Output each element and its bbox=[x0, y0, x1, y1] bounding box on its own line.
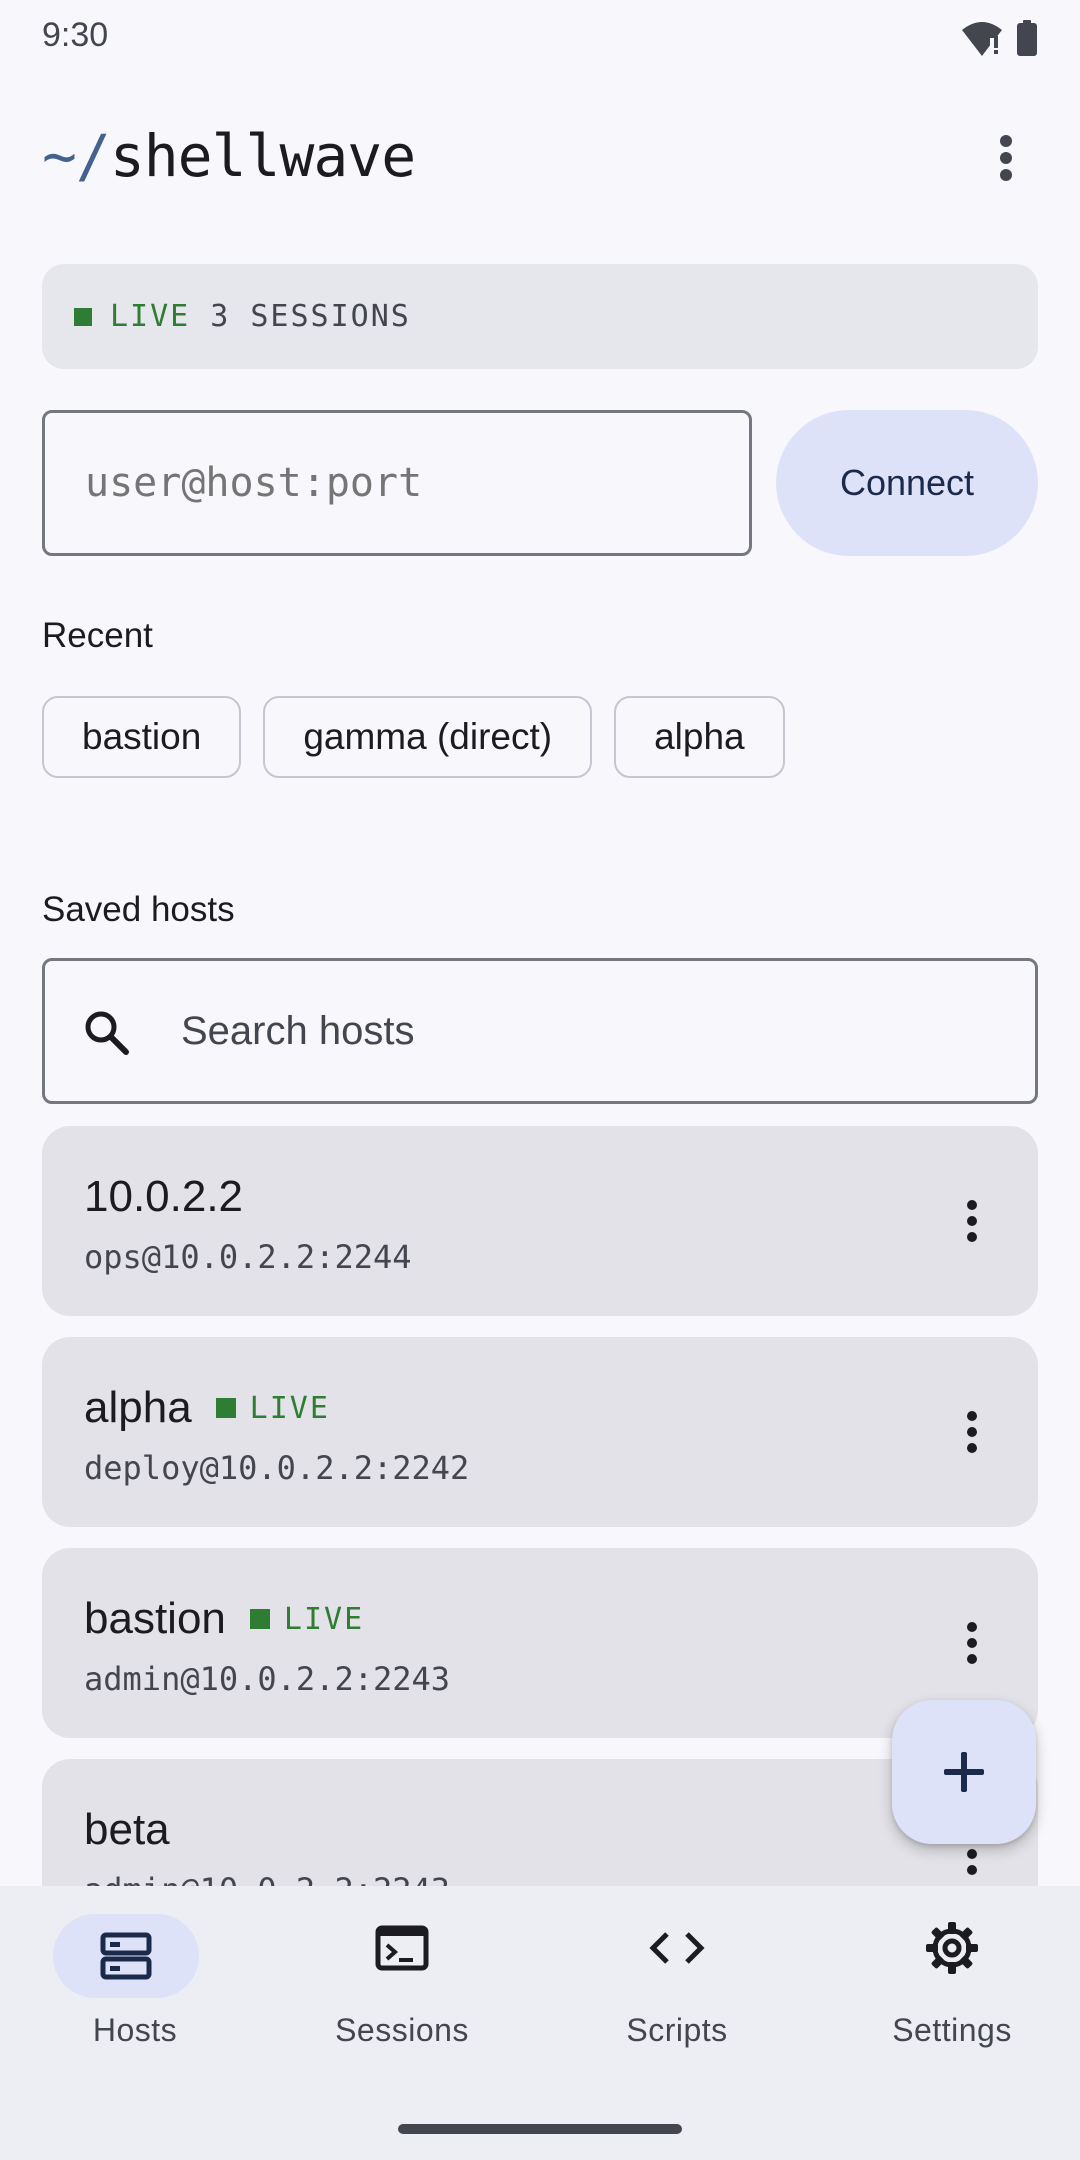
app-title-name: shellwave bbox=[109, 122, 416, 190]
host-live-badge: LIVE bbox=[249, 1601, 365, 1637]
nav-icon-container bbox=[621, 1916, 733, 1980]
host-address: admin@10.0.2.2:2243 bbox=[84, 1660, 451, 1698]
recent-chip[interactable]: bastion bbox=[42, 696, 242, 778]
status-bar: 9:30 bbox=[0, 0, 1080, 76]
host-card[interactable]: alpha LIVE deploy@10.0.2.2:2242 bbox=[42, 1337, 1038, 1527]
app-title: ~/shellwave bbox=[42, 122, 416, 190]
nav-item-sessions[interactable]: Sessions bbox=[267, 1916, 537, 2086]
host-name-row: beta bbox=[84, 1805, 170, 1855]
nav-icon-container bbox=[346, 1916, 458, 1980]
host-name: 10.0.2.2 bbox=[84, 1172, 244, 1221]
connect-input[interactable] bbox=[42, 410, 752, 556]
search-input[interactable]: Search hosts bbox=[181, 1009, 414, 1054]
nav-icon-container bbox=[896, 1916, 1008, 1980]
nav-item-hosts[interactable]: Hosts bbox=[0, 1914, 270, 2086]
home-indicator[interactable] bbox=[398, 2124, 682, 2134]
search-icon bbox=[85, 1011, 129, 1055]
wifi-alert-icon bbox=[962, 22, 1002, 56]
host-name: beta bbox=[84, 1805, 170, 1854]
battery-icon bbox=[1017, 20, 1037, 56]
live-indicator bbox=[249, 1609, 270, 1629]
host-live-badge: LIVE bbox=[215, 1390, 330, 1426]
nav-active-indicator bbox=[53, 1914, 199, 1998]
overflow-menu-button[interactable] bbox=[976, 128, 1036, 188]
hosts-icon bbox=[100, 1932, 152, 1980]
more-vert-icon bbox=[967, 1411, 977, 1453]
recent-chip[interactable]: gamma (direct) bbox=[263, 696, 593, 778]
host-menu-button[interactable] bbox=[942, 1613, 1002, 1673]
more-vert-icon bbox=[967, 1200, 977, 1242]
host-card[interactable]: bastion LIVE admin@10.0.2.2:2243 bbox=[42, 1548, 1038, 1738]
live-indicator bbox=[215, 1398, 236, 1418]
host-menu-button[interactable] bbox=[942, 1191, 1002, 1251]
recent-chips: bastion gamma (direct) alpha bbox=[42, 696, 785, 778]
host-name-row: alpha LIVE bbox=[84, 1383, 330, 1433]
live-indicator bbox=[74, 307, 92, 326]
bottom-navigation: Hosts Sessions Scripts Settings bbox=[0, 1886, 1080, 2160]
host-name: alpha bbox=[84, 1383, 192, 1432]
host-name-row: bastion LIVE bbox=[84, 1594, 364, 1644]
nav-item-settings[interactable]: Settings bbox=[817, 1916, 1080, 2086]
host-card[interactable]: 10.0.2.2 ops@10.0.2.2:2244 bbox=[42, 1126, 1038, 1316]
host-address: ops@10.0.2.2:2244 bbox=[84, 1238, 412, 1276]
code-icon bbox=[649, 1932, 705, 1964]
sessions-count: 3 SESSIONS bbox=[210, 299, 411, 334]
host-name-row: 10.0.2.2 bbox=[84, 1172, 243, 1222]
connect-button[interactable]: Connect bbox=[776, 410, 1038, 556]
terminal-icon bbox=[375, 1925, 429, 1971]
live-sessions-banner[interactable]: LIVE 3 SESSIONS bbox=[42, 264, 1038, 369]
nav-label: Scripts bbox=[626, 2012, 728, 2048]
app-title-prefix: ~/ bbox=[42, 122, 111, 190]
add-host-fab[interactable] bbox=[892, 1700, 1036, 1844]
host-name: bastion bbox=[84, 1594, 226, 1643]
more-vert-icon bbox=[1000, 135, 1012, 181]
host-address: deploy@10.0.2.2:2242 bbox=[84, 1449, 470, 1487]
search-hosts-field[interactable]: Search hosts bbox=[42, 958, 1038, 1104]
gear-icon bbox=[926, 1922, 978, 1974]
host-address: admin@10.0.2.2:2243 bbox=[84, 1871, 450, 1886]
recent-chip[interactable]: alpha bbox=[614, 696, 785, 778]
recent-label: Recent bbox=[42, 616, 153, 655]
nav-label: Sessions bbox=[335, 2012, 469, 2048]
nav-label: Settings bbox=[892, 2012, 1012, 2048]
status-time: 9:30 bbox=[42, 16, 109, 54]
add-icon bbox=[944, 1752, 984, 1792]
nav-item-scripts[interactable]: Scripts bbox=[542, 1916, 812, 2086]
live-label: LIVE bbox=[110, 299, 191, 334]
status-icons bbox=[960, 18, 1038, 58]
nav-label: Hosts bbox=[92, 2012, 178, 2048]
more-vert-icon bbox=[967, 1622, 977, 1664]
saved-hosts-label: Saved hosts bbox=[42, 890, 235, 929]
host-menu-button[interactable] bbox=[942, 1402, 1002, 1462]
host-card[interactable]: beta admin@10.0.2.2:2243 bbox=[42, 1759, 1038, 1886]
live-label: LIVE bbox=[283, 1601, 365, 1637]
live-label: LIVE bbox=[249, 1390, 330, 1426]
